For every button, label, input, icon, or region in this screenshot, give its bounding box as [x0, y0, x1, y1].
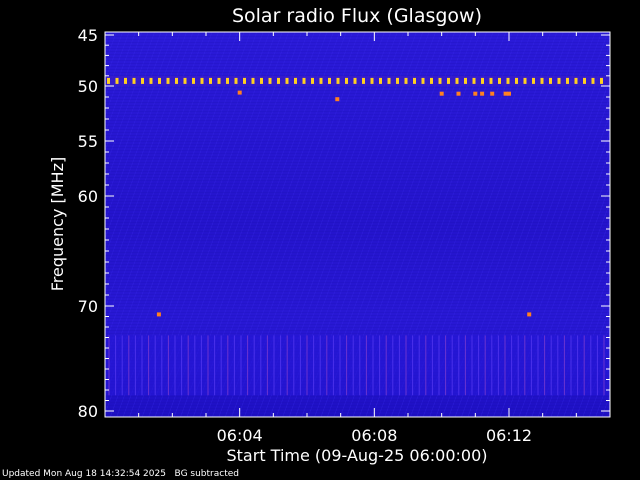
interference-dash [481, 77, 484, 84]
interference-dash [506, 77, 510, 84]
interference-dash [379, 77, 382, 84]
interference-dash [260, 77, 263, 84]
interference-dash [285, 77, 289, 84]
x-tick-label: 06:12 [486, 426, 532, 445]
interference-dash [124, 77, 127, 84]
interference-dash [455, 77, 459, 84]
interference-dash [489, 77, 493, 84]
interference-dash [396, 77, 399, 84]
bright-spot [156, 312, 161, 317]
interference-dash [158, 77, 161, 84]
bright-spot [507, 91, 511, 96]
interference-dash [302, 77, 306, 84]
interference-dash [523, 77, 527, 84]
y-tick-label: 80 [78, 402, 98, 421]
interference-dash [387, 77, 391, 84]
interference-dash [268, 77, 272, 84]
y-tick-label: 55 [78, 132, 98, 151]
interference-dash [192, 77, 195, 84]
interference-dash [464, 77, 467, 84]
interference-dash [404, 77, 408, 84]
interference-dash [515, 77, 518, 84]
bright-spot [527, 312, 532, 317]
interference-dash [217, 77, 221, 84]
interference-dash [353, 77, 357, 84]
interference-dash [557, 77, 561, 84]
interference-dash [600, 77, 603, 84]
y-tick-label: 70 [78, 297, 98, 316]
interference-dash [251, 77, 255, 84]
y-tick-label: 45 [78, 26, 98, 45]
interference-dash [472, 77, 476, 84]
interference-dash [243, 77, 246, 84]
chart-title: Solar radio Flux (Glasgow) [232, 5, 482, 27]
interference-dash [498, 77, 501, 84]
bright-spot [456, 91, 461, 96]
interference-dash [430, 77, 433, 84]
interference-dash [574, 77, 578, 84]
footer-status: Updated Mon Aug 18 14:32:54 2025 BG subt… [2, 469, 239, 480]
interference-dash [413, 77, 416, 84]
y-axis-label: Frequency [MHz] [48, 157, 67, 291]
bright-spot [439, 91, 444, 96]
bright-spot [480, 91, 485, 96]
interference-dash [438, 77, 442, 84]
interference-dash [226, 77, 229, 84]
interference-dash [166, 77, 170, 84]
interference-dash [566, 77, 569, 84]
interference-dash [311, 77, 314, 84]
y-tick-label: 60 [78, 187, 98, 206]
interference-dash [362, 77, 365, 84]
x-axis-label: Start Time (09-Aug-25 06:00:00) [227, 446, 488, 465]
interference-dash [345, 77, 348, 84]
interference-dash [421, 77, 425, 84]
interference-dash [336, 77, 340, 84]
interference-dash [183, 77, 187, 84]
interference-dash [532, 77, 535, 84]
bright-spot [473, 91, 478, 96]
spectrogram-chart: 45 50 55 60 70 80 06:04 06:08 06:12 Solar radio… [48, 5, 611, 465]
interference-dash [583, 77, 586, 84]
interference-dash [209, 77, 212, 84]
interference-dash [447, 77, 450, 84]
footer-mode: BG subtracted [174, 469, 239, 479]
interference-dash [200, 77, 204, 84]
interference-dash [328, 77, 331, 84]
x-tick-label: 06:08 [351, 426, 397, 445]
plot-area [105, 32, 610, 417]
interference-dash [549, 77, 552, 84]
interference-dash [319, 77, 323, 84]
interference-dash [591, 77, 595, 84]
interference-dash [149, 77, 153, 84]
x-tick-label: 06:04 [217, 426, 263, 445]
y-tick-label: 50 [78, 77, 98, 96]
interference-dash [107, 77, 110, 84]
interference-dash [540, 77, 544, 84]
interference-dash [234, 77, 238, 84]
bright-spot [490, 91, 495, 96]
interference-dash [294, 77, 297, 84]
lower-interference-band [105, 335, 610, 396]
interference-dash [115, 77, 119, 84]
interference-dash [175, 77, 178, 84]
interference-dash [132, 77, 136, 84]
interference-dash [370, 77, 374, 84]
footer-updated: Updated Mon Aug 18 14:32:54 2025 [2, 469, 166, 479]
interference-dash [277, 77, 280, 84]
bright-spot [237, 90, 242, 95]
bright-spot [335, 97, 340, 102]
interference-dash [141, 77, 144, 84]
